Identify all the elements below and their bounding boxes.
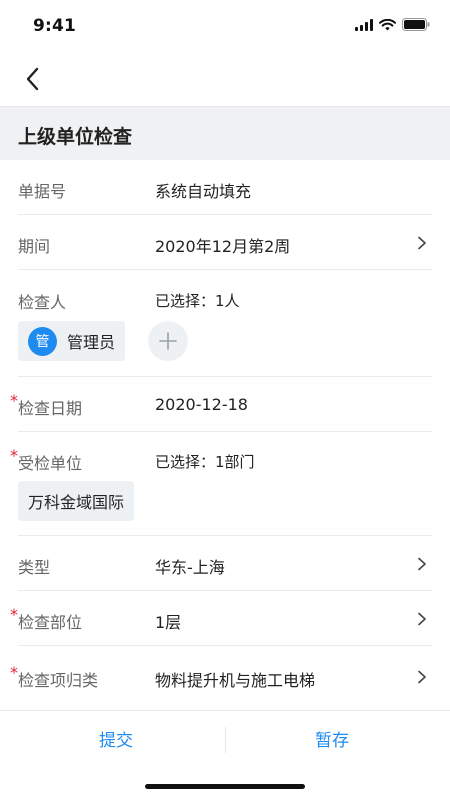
period-value[interactable]: 2020年12月第2周: [155, 233, 290, 257]
page-title: 上级单位检查: [18, 126, 133, 148]
battery-icon: [402, 18, 430, 31]
required-mark: *: [10, 391, 18, 410]
action-bar: 提交 暂存: [0, 710, 450, 766]
required-mark: *: [10, 663, 18, 682]
location-label: 检查部位: [18, 613, 83, 632]
chevron-right-icon[interactable]: [416, 236, 428, 250]
category-label: 检查项归类: [18, 671, 99, 690]
date-label: 检查日期: [18, 399, 83, 418]
period-row[interactable]: 期间 2020年12月第2周: [0, 215, 450, 270]
doc-no-value: 系统自动填充: [155, 182, 252, 201]
period-label: 期间: [18, 237, 51, 256]
add-inspector-button[interactable]: [148, 321, 188, 361]
inspected-unit-row: * 受检单位 已选择：1部门 万科金域国际: [0, 432, 450, 536]
date-value[interactable]: 2020-12-18: [155, 395, 248, 414]
category-row[interactable]: * 检查项归类 物料提升机与施工电梯: [0, 646, 450, 708]
submit-button[interactable]: 提交: [99, 726, 133, 751]
home-indicator: [145, 784, 305, 789]
category-value[interactable]: 物料提升机与施工电梯: [155, 667, 315, 691]
type-row[interactable]: 类型 华东-上海: [0, 536, 450, 591]
doc-no-label: 单据号: [18, 182, 67, 201]
required-mark: *: [10, 446, 18, 465]
inspector-chip[interactable]: 管 管理员: [18, 321, 126, 361]
cellular-signal-icon: [355, 18, 373, 31]
save-draft-button[interactable]: 暂存: [315, 726, 349, 751]
status-time: 9:41: [33, 16, 77, 36]
status-icons: [355, 18, 430, 31]
action-divider: [225, 727, 226, 753]
chevron-right-icon[interactable]: [416, 670, 428, 684]
chevron-right-icon[interactable]: [416, 612, 428, 626]
chevron-right-icon[interactable]: [416, 557, 428, 571]
back-button[interactable]: [18, 64, 48, 94]
inspector-chip-name: 管理员: [67, 333, 116, 352]
chevron-left-icon: [26, 67, 39, 91]
location-value[interactable]: 1层: [155, 609, 181, 633]
date-row[interactable]: * 检查日期 2020-12-18: [0, 377, 450, 432]
inspector-label: 检查人: [18, 293, 67, 312]
inspected-unit-chip[interactable]: 万科金域国际: [18, 481, 135, 521]
inspector-row: 检查人 已选择：1人 管 管理员: [0, 270, 450, 377]
inspected-unit-label: 受检单位: [18, 454, 83, 473]
inspected-unit-selected-count: 已选择：1部门: [155, 453, 255, 471]
type-value[interactable]: 华东-上海: [155, 554, 225, 578]
avatar: 管: [28, 326, 57, 356]
inspector-selected-count: 已选择：1人: [155, 292, 240, 310]
location-row[interactable]: * 检查部位 1层: [0, 591, 450, 646]
doc-no-row: 单据号 系统自动填充: [0, 160, 450, 215]
plus-icon: [159, 332, 177, 350]
section-header: 上级单位检查: [0, 106, 450, 160]
required-mark: *: [10, 605, 18, 624]
type-label: 类型: [18, 558, 51, 577]
nav-bar: [0, 52, 450, 106]
wifi-icon: [379, 18, 396, 30]
inspected-unit-chip-name: 万科金域国际: [28, 493, 125, 512]
status-bar: 9:41: [0, 0, 450, 52]
